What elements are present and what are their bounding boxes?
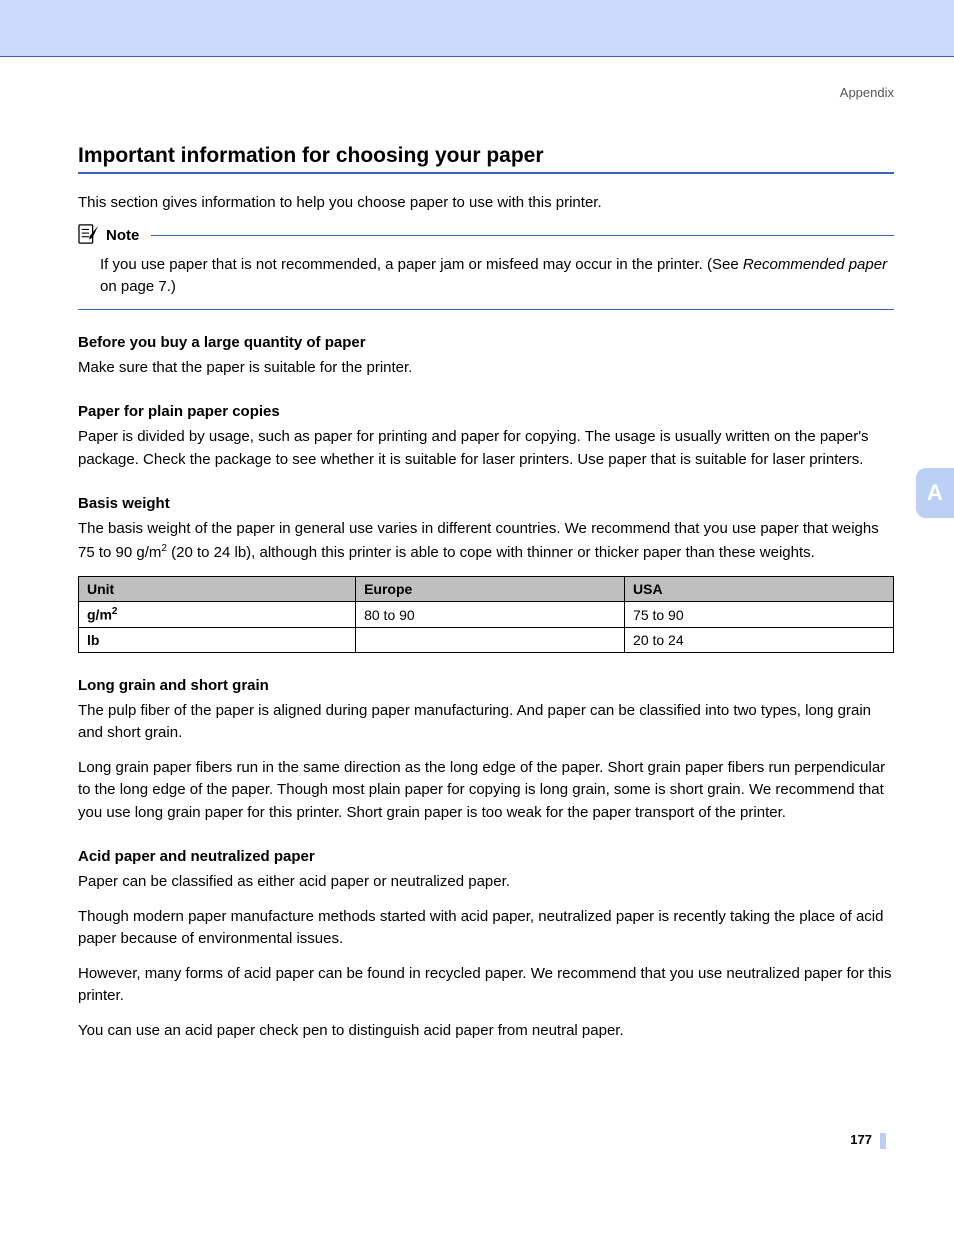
subhead-before-buy: Before you buy a large quantity of paper [78, 334, 894, 351]
acid-p1: Paper can be classified as either acid p… [78, 871, 894, 894]
acid-p3: However, many forms of acid paper can be… [78, 963, 894, 1008]
th-europe: Europe [356, 577, 625, 602]
basis-weight-p1b: (20 to 24 lb), although this printer is … [167, 544, 815, 561]
acid-p2: Though modern paper manufacture methods … [78, 906, 894, 951]
appendix-side-tab[interactable]: A [916, 468, 954, 518]
note-text-before: If you use paper that is not recommended… [100, 256, 743, 273]
title-rule [78, 172, 894, 174]
plain-copies-p1: Paper is divided by usage, such as paper… [78, 426, 894, 471]
table-row: lb 20 to 24 [79, 627, 894, 652]
page-content: Appendix Important information for choos… [0, 57, 954, 1149]
before-buy-p1: Make sure that the paper is suitable for… [78, 357, 894, 380]
page-number-value: 177 [850, 1132, 872, 1147]
top-banner [0, 0, 954, 57]
cell-unit: lb [79, 627, 356, 652]
subhead-grain: Long grain and short grain [78, 677, 894, 694]
note-text-after: on page 7.) [100, 278, 176, 295]
basis-weight-table: Unit Europe USA g/m2 80 to 90 75 to 90 l… [78, 576, 894, 653]
note-header: Note [78, 224, 894, 248]
cell-europe: 80 to 90 [356, 602, 625, 628]
note-block: Note If you use paper that is not recomm… [78, 224, 894, 310]
page-number: 177 [78, 1132, 894, 1149]
subhead-basis-weight: Basis weight [78, 495, 894, 512]
table-header-row: Unit Europe USA [79, 577, 894, 602]
page-number-accent [880, 1133, 886, 1149]
note-label: Note [106, 227, 139, 244]
acid-p4: You can use an acid paper check pen to d… [78, 1020, 894, 1043]
grain-p2: Long grain paper fibers run in the same … [78, 757, 894, 825]
cell-usa: 75 to 90 [625, 602, 894, 628]
table-row: g/m2 80 to 90 75 to 90 [79, 602, 894, 628]
note-body: If you use paper that is not recommended… [78, 248, 894, 309]
grain-p1: The pulp fiber of the paper is aligned d… [78, 700, 894, 745]
cell-usa: 20 to 24 [625, 627, 894, 652]
th-usa: USA [625, 577, 894, 602]
cell-europe [356, 627, 625, 652]
note-reference-link[interactable]: Recommended paper [743, 256, 887, 273]
basis-weight-p1: The basis weight of the paper in general… [78, 518, 894, 564]
note-icon [78, 224, 100, 248]
note-rule-bottom [78, 309, 894, 310]
cell-unit: g/m2 [79, 602, 356, 628]
subhead-plain-copies: Paper for plain paper copies [78, 403, 894, 420]
page-title: Important information for choosing your … [78, 144, 894, 170]
intro-text: This section gives information to help y… [78, 192, 894, 214]
note-rule-top [151, 235, 894, 236]
subhead-acid: Acid paper and neutralized paper [78, 848, 894, 865]
th-unit: Unit [79, 577, 356, 602]
breadcrumb: Appendix [78, 85, 894, 100]
